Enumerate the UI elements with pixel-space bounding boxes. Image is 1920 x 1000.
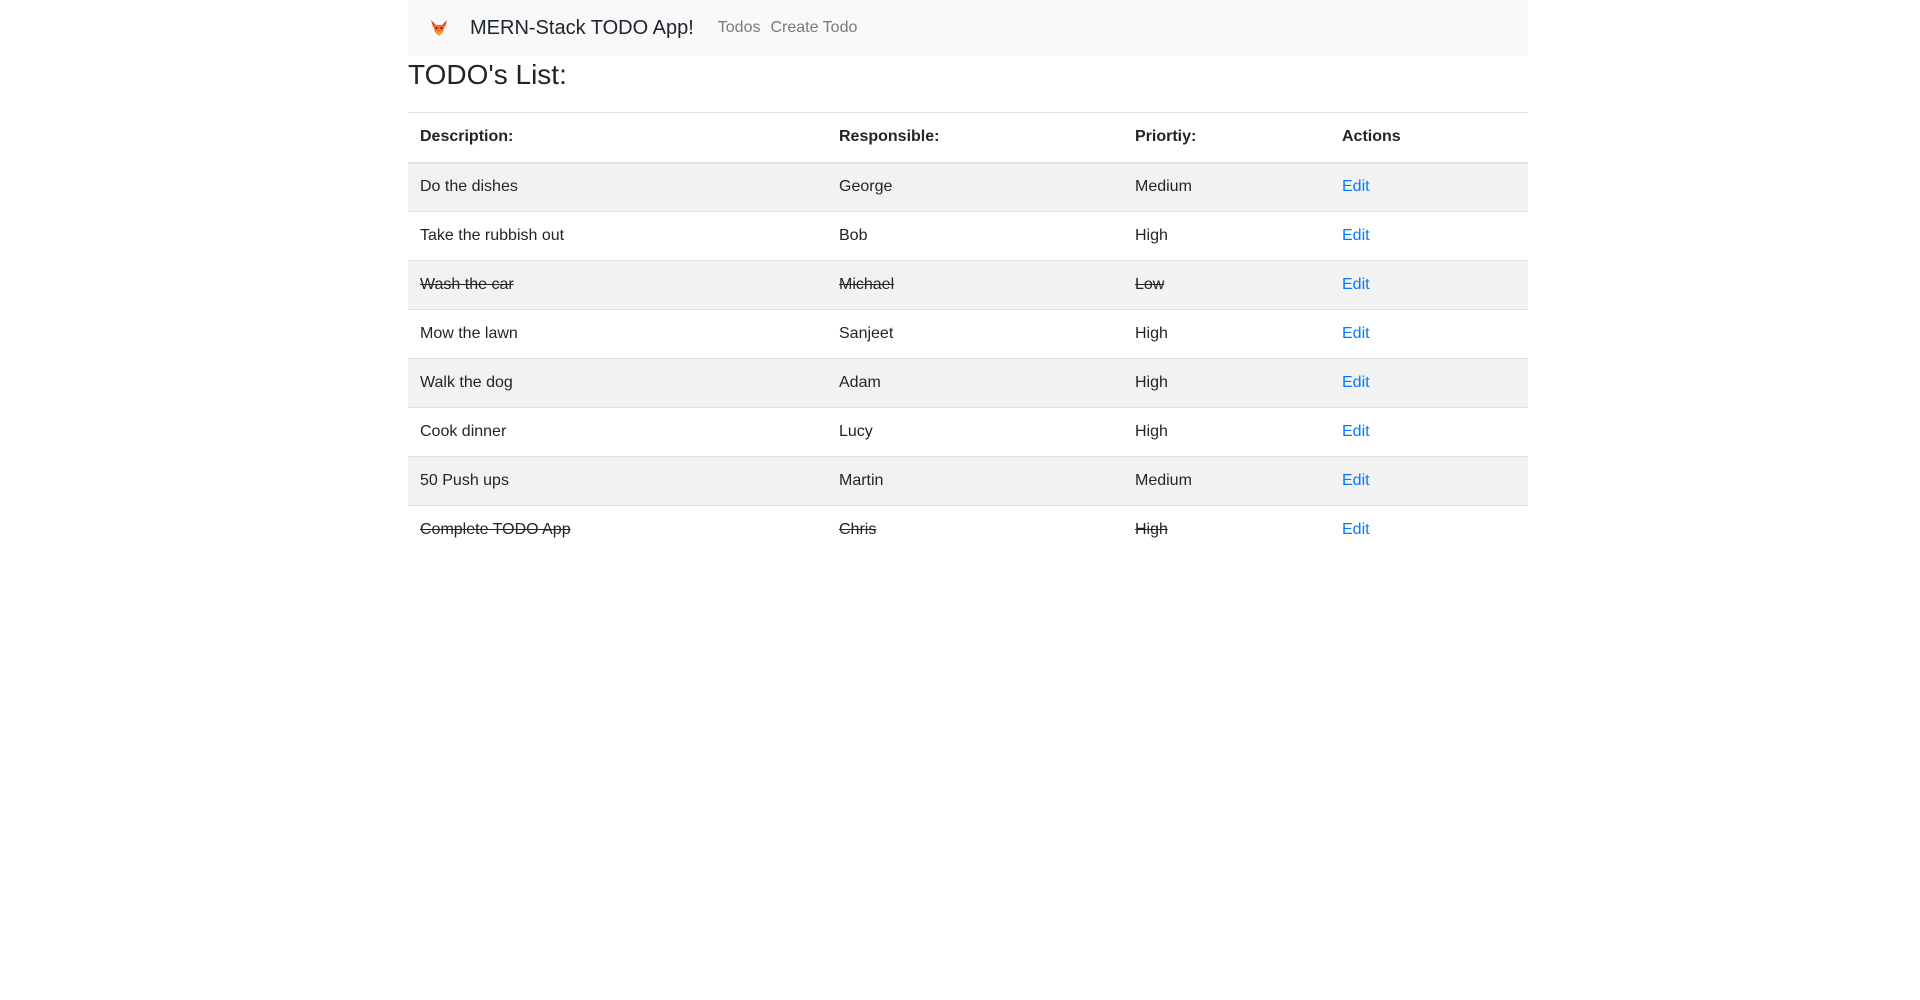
todo-actions-cell: Edit: [1330, 309, 1528, 359]
todo-description: Complete TODO App: [408, 505, 827, 555]
edit-link[interactable]: Edit: [1342, 374, 1370, 391]
todo-description: Walk the dog: [408, 358, 827, 408]
todo-responsible: Michael: [827, 260, 1123, 310]
brand-title[interactable]: MERN-Stack TODO App!: [470, 17, 694, 40]
table-row: Walk the dog Adam High Edit: [408, 358, 1528, 408]
todo-actions-cell: Edit: [1330, 358, 1528, 408]
todo-responsible: Adam: [827, 358, 1123, 408]
todo-table: Description: Responsible: Priortiy: Acti…: [408, 112, 1528, 555]
table-row: Wash the car Michael Low Edit: [408, 260, 1528, 310]
todo-actions-cell: Edit: [1330, 456, 1528, 506]
edit-link[interactable]: Edit: [1342, 178, 1370, 195]
header-actions: Actions: [1330, 112, 1528, 164]
edit-link[interactable]: Edit: [1342, 521, 1370, 538]
nav-link-create-todo[interactable]: Create Todo: [770, 19, 857, 37]
todo-description: Do the dishes: [408, 162, 827, 212]
todo-priority: Low: [1123, 260, 1330, 310]
todo-description: 50 Push ups: [408, 456, 827, 506]
todo-actions-cell: Edit: [1330, 505, 1528, 555]
todo-actions-cell: Edit: [1330, 162, 1528, 212]
todo-description: Cook dinner: [408, 407, 827, 457]
table-row: Mow the lawn Sanjeet High Edit: [408, 309, 1528, 359]
page-title: TODO's List:: [408, 59, 567, 90]
table-row: Do the dishes George Medium Edit: [408, 162, 1528, 212]
page-container: MERN-Stack TODO App! Todos Create Todo T…: [408, 0, 1528, 555]
edit-link[interactable]: Edit: [1342, 423, 1370, 440]
todo-table-body: Do the dishes George Medium Edit Take th…: [408, 162, 1528, 555]
todo-priority: High: [1123, 505, 1330, 555]
table-row: Complete TODO App Chris High Edit: [408, 505, 1528, 555]
todo-description: Mow the lawn: [408, 309, 827, 359]
todo-responsible: Bob: [827, 211, 1123, 261]
todo-description: Take the rubbish out: [408, 211, 827, 261]
todo-priority: High: [1123, 358, 1330, 408]
todo-responsible: George: [827, 162, 1123, 212]
todo-responsible: Martin: [827, 456, 1123, 506]
table-row: Take the rubbish out Bob High Edit: [408, 211, 1528, 261]
todo-responsible: Lucy: [827, 407, 1123, 457]
fox-logo-icon[interactable]: [424, 13, 454, 43]
todo-priority: High: [1123, 309, 1330, 359]
todo-priority: Medium: [1123, 456, 1330, 506]
header-priority: Priortiy:: [1123, 112, 1330, 164]
edit-link[interactable]: Edit: [1342, 276, 1370, 293]
todo-responsible: Sanjeet: [827, 309, 1123, 359]
todo-priority: Medium: [1123, 162, 1330, 212]
edit-link[interactable]: Edit: [1342, 472, 1370, 489]
table-row: 50 Push ups Martin Medium Edit: [408, 456, 1528, 506]
todo-responsible: Chris: [827, 505, 1123, 555]
todo-actions-cell: Edit: [1330, 407, 1528, 457]
header-description: Description:: [408, 112, 827, 164]
table-header-row: Description: Responsible: Priortiy: Acti…: [408, 112, 1528, 164]
edit-link[interactable]: Edit: [1342, 227, 1370, 244]
table-row: Cook dinner Lucy High Edit: [408, 407, 1528, 457]
todo-actions-cell: Edit: [1330, 260, 1528, 310]
todo-priority: High: [1123, 407, 1330, 457]
header-responsible: Responsible:: [827, 112, 1123, 164]
edit-link[interactable]: Edit: [1342, 325, 1370, 342]
nav-link-todos[interactable]: Todos: [718, 19, 761, 37]
todo-description: Wash the car: [408, 260, 827, 310]
navbar: MERN-Stack TODO App! Todos Create Todo: [408, 0, 1528, 56]
todo-actions-cell: Edit: [1330, 211, 1528, 261]
todo-priority: High: [1123, 211, 1330, 261]
